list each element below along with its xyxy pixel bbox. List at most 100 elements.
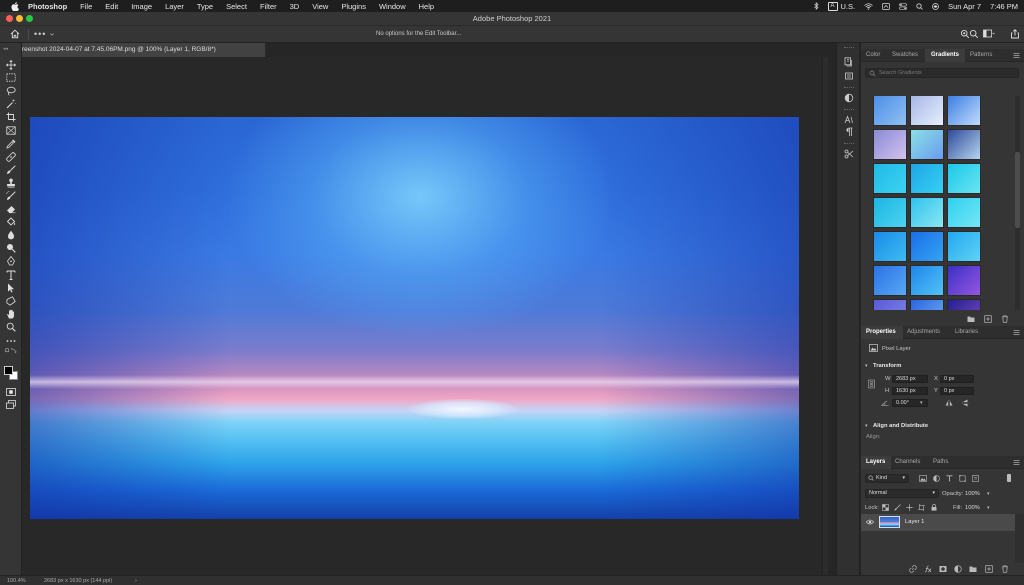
link-layers-icon[interactable] xyxy=(909,565,917,573)
gradient-swatch[interactable] xyxy=(910,96,944,126)
link-proportions-icon[interactable] xyxy=(868,377,875,393)
home-icon[interactable] xyxy=(10,29,20,39)
lock-position-icon[interactable] xyxy=(906,504,913,513)
gradient-swatch[interactable] xyxy=(910,129,944,160)
wifi-icon[interactable] xyxy=(864,2,873,10)
zoom-tool-icon[interactable] xyxy=(5,321,17,332)
screen-share-icon[interactable] xyxy=(882,2,890,10)
panel-grip[interactable] xyxy=(844,47,854,49)
layer-comps-icon[interactable] xyxy=(844,71,854,81)
zoom-level[interactable]: 100.4% xyxy=(7,578,26,584)
menu-plugins[interactable]: Plugins xyxy=(341,2,366,11)
menubar-date[interactable]: Sun Apr 7 xyxy=(948,2,981,11)
opacity-value[interactable]: 100% xyxy=(965,491,980,497)
eye-icon[interactable] xyxy=(865,519,875,527)
tab-libraries[interactable]: Libraries xyxy=(955,329,978,335)
layer-row[interactable]: Layer 1 xyxy=(861,514,1015,531)
menu-file[interactable]: File xyxy=(80,2,92,11)
tab-gradients[interactable]: Gradients xyxy=(931,52,959,58)
add-layer-mask-icon[interactable] xyxy=(939,565,947,573)
layer-name[interactable]: Layer 1 xyxy=(905,519,924,525)
gradient-swatch[interactable] xyxy=(873,163,907,194)
menu-view[interactable]: View xyxy=(312,2,328,11)
screen-mode-icon[interactable] xyxy=(5,399,17,410)
menu-edit[interactable]: Edit xyxy=(105,2,118,11)
workspace-layout-icon[interactable] xyxy=(983,29,995,39)
gradient-scrollbar-thumb[interactable] xyxy=(1015,152,1020,228)
panel-menu-icon[interactable] xyxy=(1013,329,1020,336)
gradient-swatch[interactable] xyxy=(947,96,981,126)
status-menu-arrow[interactable]: › xyxy=(135,578,137,584)
canvas-area[interactable] xyxy=(22,57,828,575)
tools-collapse-icon[interactable]: ◂◂ xyxy=(3,46,8,52)
dodge-tool-icon[interactable] xyxy=(5,242,17,253)
chevron-down-icon[interactable]: ▾ xyxy=(920,400,923,406)
blur-tool-icon[interactable] xyxy=(5,229,17,240)
gradient-swatch[interactable] xyxy=(947,197,981,228)
crop-tool-icon[interactable] xyxy=(5,111,17,122)
type-tool-icon[interactable] xyxy=(5,269,17,280)
new-group-folder-icon[interactable] xyxy=(969,565,977,573)
gradient-swatch[interactable] xyxy=(873,197,907,228)
menu-window[interactable]: Window xyxy=(379,2,406,11)
new-group-folder-icon[interactable] xyxy=(967,315,975,323)
pen-tool-icon[interactable] xyxy=(5,255,17,266)
foreground-color-swatch[interactable] xyxy=(4,366,13,375)
paint-bucket-tool-icon[interactable] xyxy=(5,216,17,227)
transform-collapse-chevron[interactable]: ▾ xyxy=(865,363,868,369)
menu-3d[interactable]: 3D xyxy=(290,2,300,11)
magic-wand-tool-icon[interactable] xyxy=(5,98,17,109)
filter-toggle-switch[interactable] xyxy=(1007,474,1011,482)
gradient-swatch[interactable] xyxy=(873,299,907,310)
gradient-swatch[interactable] xyxy=(947,163,981,194)
gradient-swatch[interactable] xyxy=(873,265,907,296)
document-tab[interactable]: reenshot 2024-04-07 at 7.45.06PM.png @ 1… xyxy=(22,43,266,57)
edit-toolbar-button[interactable]: ••• xyxy=(34,29,46,39)
layer-effects-icon[interactable] xyxy=(924,565,932,573)
eraser-tool-icon[interactable] xyxy=(5,203,17,214)
apple-icon[interactable] xyxy=(10,1,20,11)
gradient-swatch[interactable] xyxy=(947,129,981,160)
lock-image-pixels-icon[interactable] xyxy=(894,504,901,513)
gradient-swatch[interactable] xyxy=(910,265,944,296)
marquee-tool-icon[interactable] xyxy=(5,72,17,83)
delete-gradient-icon[interactable] xyxy=(1001,315,1009,323)
search-icon[interactable] xyxy=(969,29,979,39)
bluetooth-icon[interactable] xyxy=(813,2,819,10)
gradient-swatch[interactable] xyxy=(910,299,944,310)
brush-tool-icon[interactable] xyxy=(5,164,17,175)
tab-channels[interactable]: Channels xyxy=(895,459,920,465)
paragraph-panel-icon[interactable] xyxy=(844,127,854,137)
frame-tool-icon[interactable] xyxy=(5,125,17,136)
menu-filter[interactable]: Filter xyxy=(260,2,277,11)
input-source-menu[interactable]: A U.S. xyxy=(827,1,855,11)
panel-menu-icon[interactable] xyxy=(1013,459,1020,466)
canvas-image[interactable] xyxy=(30,117,799,519)
move-tool-icon[interactable] xyxy=(5,59,17,70)
gradient-swatch[interactable] xyxy=(873,96,907,126)
panel-grip[interactable] xyxy=(844,109,854,111)
chevron-down-icon[interactable]: ▾ xyxy=(987,491,990,497)
panel-menu-icon[interactable] xyxy=(1013,52,1020,59)
new-adjustment-layer-icon[interactable] xyxy=(954,565,962,573)
menu-help[interactable]: Help xyxy=(419,2,434,11)
new-gradient-icon[interactable] xyxy=(984,315,992,323)
swap-colors-icon[interactable] xyxy=(5,345,17,356)
layers-scrollbar[interactable] xyxy=(1015,514,1024,563)
tab-properties[interactable]: Properties xyxy=(866,329,896,335)
gradient-swatch[interactable] xyxy=(947,299,981,310)
tab-swatches[interactable]: Swatches xyxy=(892,52,918,58)
gradient-swatch[interactable] xyxy=(947,231,981,262)
menu-type[interactable]: Type xyxy=(197,2,213,11)
filter-smart-objects-icon[interactable] xyxy=(972,475,979,484)
shape-tool-icon[interactable] xyxy=(5,295,17,306)
lasso-tool-icon[interactable] xyxy=(5,85,17,96)
width-field[interactable]: 2683 px xyxy=(892,375,928,383)
share-icon[interactable] xyxy=(1010,29,1020,39)
tab-patterns[interactable]: Patterns xyxy=(970,52,992,58)
character-panel-icon[interactable] xyxy=(844,115,854,125)
menu-image[interactable]: Image xyxy=(131,2,152,11)
filter-type-layers-icon[interactable] xyxy=(946,475,953,484)
control-center-icon[interactable] xyxy=(899,2,907,10)
history-brush-tool-icon[interactable] xyxy=(5,190,17,201)
